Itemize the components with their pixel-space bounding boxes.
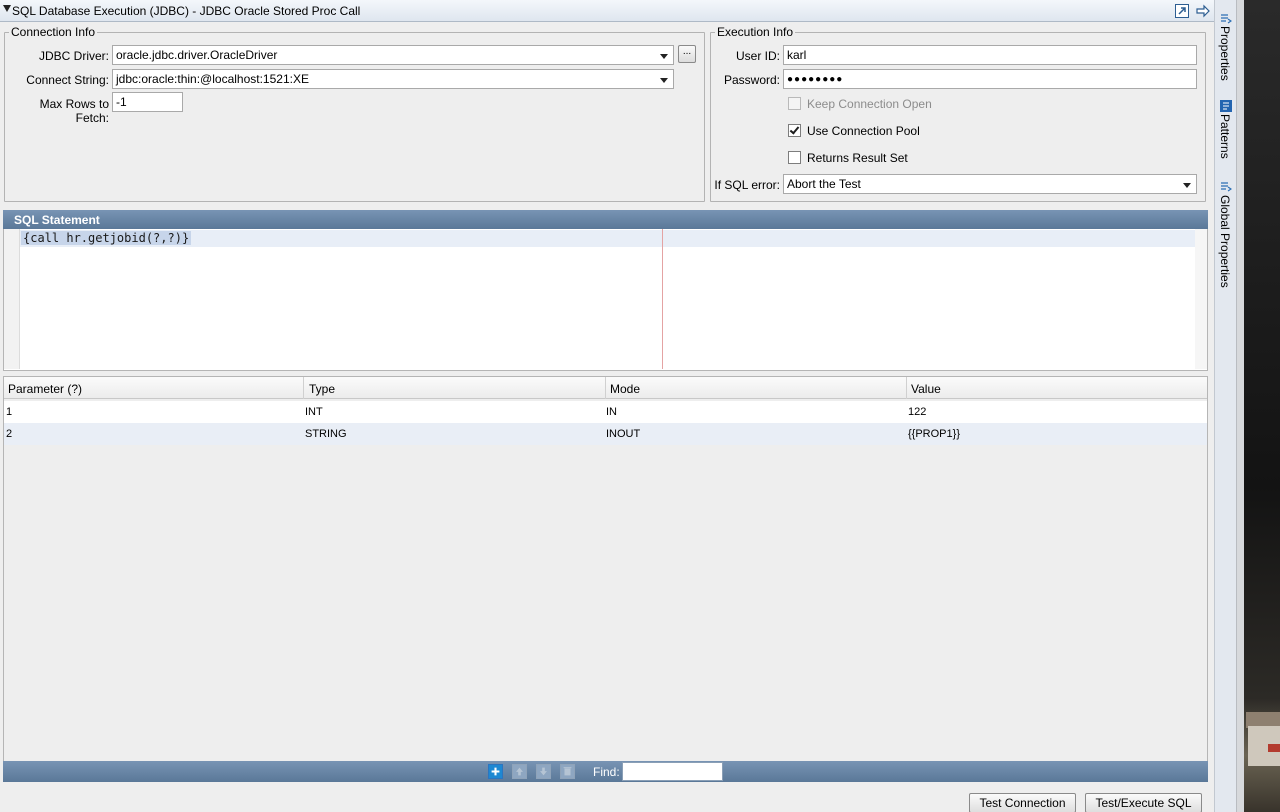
connection-info-legend: Connection Info — [11, 25, 96, 39]
cell-type: INT — [305, 406, 323, 418]
arrow-right-icon[interactable] — [1195, 3, 1211, 19]
keep-connection-open-label: Keep Connection Open — [807, 97, 932, 111]
connect-string-value: jdbc:oracle:thin:@localhost:1521:XE — [116, 72, 309, 86]
checkbox-box — [788, 97, 801, 110]
move-up-icon[interactable] — [512, 764, 527, 779]
cell-parameter: 2 — [6, 428, 13, 440]
max-rows-label: Max Rows to Fetch: — [39, 97, 109, 125]
column-header-mode[interactable]: Mode — [606, 377, 907, 399]
checkbox-box — [788, 124, 801, 137]
user-id-field[interactable]: karl — [783, 45, 1197, 65]
use-connection-pool-checkbox[interactable]: Use Connection Pool — [788, 123, 988, 139]
patterns-icon — [1220, 100, 1232, 112]
sidebar-tab-global-properties[interactable]: Global Properties — [1218, 195, 1232, 288]
checkmark-icon — [789, 124, 800, 135]
cell-value: 122 — [908, 406, 927, 418]
chevron-down-icon — [660, 78, 668, 83]
if-sql-error-label: If SQL error: — [714, 178, 780, 192]
cell-type: STRING — [305, 428, 347, 440]
cell-value: {{PROP1}} — [908, 428, 960, 440]
find-input[interactable] — [622, 762, 723, 781]
max-rows-field[interactable]: -1 — [112, 92, 183, 112]
window-divider[interactable] — [1236, 0, 1244, 812]
connect-string-combo[interactable]: jdbc:oracle:thin:@localhost:1521:XE — [112, 69, 674, 89]
move-down-icon[interactable] — [536, 764, 551, 779]
current-line-highlight — [20, 230, 1198, 247]
table-row[interactable]: 2 STRING INOUT {{PROP1}} — [4, 423, 1207, 445]
chevron-down-icon — [1183, 183, 1191, 188]
returns-result-set-checkbox[interactable]: Returns Result Set — [788, 150, 988, 166]
test-connection-button[interactable]: Test Connection — [969, 793, 1076, 812]
use-connection-pool-label: Use Connection Pool — [807, 124, 920, 138]
password-label: Password: — [723, 73, 780, 87]
cell-parameter: 1 — [6, 406, 13, 418]
desktop-background — [1244, 0, 1280, 812]
window-titlebar: SQL Database Execution (JDBC) - JDBC Ora… — [0, 0, 1214, 22]
right-sidebar: Properties Patterns Global Properties — [1214, 0, 1236, 812]
editor-scrollbar[interactable] — [1195, 229, 1207, 369]
test-execute-sql-button[interactable]: Test/Execute SQL — [1085, 793, 1202, 812]
table-row[interactable]: 1 INT IN 122 — [4, 401, 1207, 423]
jdbc-driver-label: JDBC Driver: — [38, 49, 109, 63]
jdbc-driver-combo[interactable]: oracle.jdbc.driver.OracleDriver — [112, 45, 674, 65]
sql-statement-header: SQL Statement — [3, 210, 1208, 229]
detach-window-icon[interactable] — [1174, 3, 1190, 19]
delete-row-icon[interactable] — [560, 764, 575, 779]
collapse-triangle-icon[interactable] — [3, 5, 11, 12]
right-margin-line — [662, 229, 663, 369]
jdbc-driver-value: oracle.jdbc.driver.OracleDriver — [116, 48, 278, 62]
add-row-icon[interactable] — [488, 764, 503, 779]
password-field[interactable]: ●●●●●●●● — [783, 69, 1197, 89]
column-header-type[interactable]: Type — [305, 377, 606, 399]
main-panel: Connection Info JDBC Driver: oracle.jdbc… — [0, 22, 1214, 812]
browse-driver-button[interactable]: ... — [678, 45, 696, 63]
properties-icon — [1221, 14, 1232, 24]
checkbox-box — [788, 151, 801, 164]
cell-mode: INOUT — [606, 428, 641, 440]
parameters-table: Parameter (?) Type Mode Value 1 INT IN 1… — [3, 376, 1208, 762]
column-header-value[interactable]: Value — [907, 377, 1207, 399]
find-label: Find: — [593, 765, 620, 779]
returns-result-set-label: Returns Result Set — [807, 151, 908, 165]
column-header-parameter[interactable]: Parameter (?) — [4, 377, 304, 399]
chevron-down-icon — [660, 54, 668, 59]
table-header: Parameter (?) Type Mode Value — [4, 377, 1207, 399]
sidebar-tab-properties[interactable]: Properties — [1218, 26, 1232, 81]
window-title: SQL Database Execution (JDBC) - JDBC Ora… — [12, 4, 361, 18]
sql-editor[interactable]: {call hr.getjobid(?,?)} — [3, 229, 1208, 371]
if-sql-error-combo[interactable]: Abort the Test — [783, 174, 1197, 194]
sql-code[interactable]: {call hr.getjobid(?,?)} — [21, 231, 192, 245]
global-properties-icon — [1221, 182, 1232, 192]
connect-string-label: Connect String: — [26, 73, 109, 87]
execution-info-legend: Execution Info — [717, 25, 794, 39]
editor-gutter — [4, 229, 20, 369]
cell-mode: IN — [606, 406, 617, 418]
table-toolbar: Find: — [3, 761, 1208, 782]
if-sql-error-value: Abort the Test — [787, 177, 861, 191]
keep-connection-open-checkbox: Keep Connection Open — [788, 96, 988, 112]
user-id-label: User ID: — [735, 49, 780, 63]
red-awning-image — [1268, 744, 1280, 752]
sidebar-tab-patterns[interactable]: Patterns — [1218, 114, 1232, 159]
